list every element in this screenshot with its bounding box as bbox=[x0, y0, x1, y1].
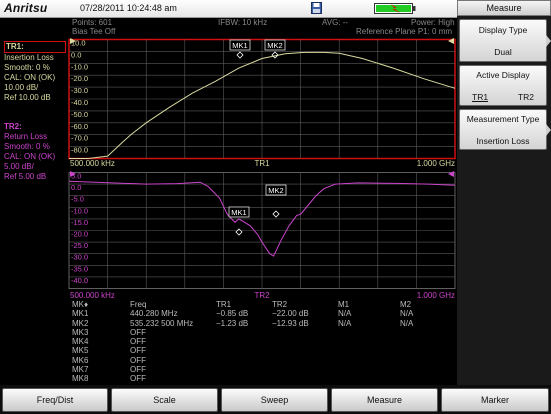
active-tr2-option: TR2 bbox=[517, 92, 534, 102]
marker-row[interactable]: MK8 OFF bbox=[72, 374, 452, 383]
col-header: M1 bbox=[338, 300, 350, 309]
marker-cell: MK6 bbox=[72, 355, 89, 365]
marker-row[interactable]: MK6 OFF bbox=[72, 356, 452, 365]
marker-row[interactable]: MK3 OFF bbox=[72, 328, 452, 337]
tr1-mk1-label: MK1 bbox=[232, 41, 247, 50]
marker-row[interactable]: MK4 OFF bbox=[72, 337, 452, 346]
marker-cell: OFF bbox=[130, 346, 146, 356]
marker-cell: OFF bbox=[130, 355, 146, 365]
marker-cell: N/A bbox=[400, 318, 414, 328]
marker-cell: −12.93 dB bbox=[272, 318, 309, 328]
tr2-right-arrow bbox=[448, 171, 454, 177]
tr1-x-label: TR1 bbox=[254, 159, 270, 168]
active-display-label: Active Display bbox=[476, 70, 530, 80]
marker-cell: −1.23 dB bbox=[216, 318, 249, 328]
tr1-mk1-diamond bbox=[236, 51, 244, 59]
y-tick-label: -10.0 bbox=[71, 62, 88, 71]
active-display-button[interactable]: Active Display TR1 TR2 bbox=[459, 65, 547, 106]
col-header: TR2 bbox=[272, 300, 288, 309]
measurement-type-button[interactable]: Measurement Type Insertion Loss bbox=[459, 109, 551, 150]
y-tick-label: -30.0 bbox=[71, 253, 88, 262]
y-tick-label: -50.0 bbox=[71, 110, 88, 119]
y-tick-label: -40.0 bbox=[71, 98, 88, 107]
y-tick-label: -20.0 bbox=[71, 74, 88, 83]
active-tr1-option: TR1 bbox=[472, 92, 489, 102]
marker-cell: MK8 bbox=[72, 374, 89, 384]
marker-cell: 535.232 500 MHz bbox=[130, 318, 194, 328]
y-tick-label: 0.0 bbox=[71, 50, 81, 59]
col-header: M2 bbox=[400, 300, 412, 309]
marker-cell: −0.85 dB bbox=[216, 309, 249, 319]
tr2-graph: 5.00.0-5.0-10.0-15.0-20.0-25.0-30.0-35.0… bbox=[68, 171, 456, 289]
measurement-type-value: Insertion Loss bbox=[476, 136, 530, 146]
tr2-x-start: 500.000 kHz bbox=[70, 291, 115, 300]
y-tick-label: 0.0 bbox=[71, 183, 81, 192]
marker-table-header: MK♦ Freq TR1 TR2 M1 M2 bbox=[72, 300, 452, 309]
tr2-mk1-diamond bbox=[235, 228, 243, 236]
col-header: MK♦ bbox=[72, 300, 89, 309]
tr1-x-stop: 1.000 GHz bbox=[417, 159, 455, 168]
marker-row[interactable]: MK5 OFF bbox=[72, 346, 452, 355]
marker-cell: N/A bbox=[338, 309, 352, 319]
tr1-mk2-label: MK2 bbox=[267, 41, 282, 50]
display-type-label: Display Type bbox=[478, 25, 528, 35]
marker-row[interactable]: MK2 535.232 500 MHz −1.23 dB −12.93 dB N/A N/… bbox=[72, 319, 452, 328]
y-tick-label: -40.0 bbox=[71, 276, 88, 285]
display-type-button[interactable]: Display Type Dual bbox=[459, 19, 551, 62]
marker-cell: −22.00 dB bbox=[272, 309, 309, 319]
y-tick-label: -25.0 bbox=[71, 241, 88, 250]
col-header: Freq bbox=[130, 300, 147, 309]
display-type-value: Dual bbox=[494, 47, 512, 57]
y-tick-label: -60.0 bbox=[71, 122, 88, 131]
freq-dist-button[interactable]: Freq/Dist bbox=[2, 388, 108, 412]
sweep-button[interactable]: Sweep bbox=[221, 388, 328, 412]
tr2-mk2-label: MK2 bbox=[268, 186, 283, 195]
marker-cell: OFF bbox=[130, 365, 146, 375]
marker-table[interactable]: MK♦ Freq TR1 TR2 M1 M2 MK1 440.280 MHz −0.… bbox=[72, 300, 452, 384]
marker-row[interactable]: MK1 440.280 MHz −0.85 dB −22.00 dB N/A N/A bbox=[72, 309, 452, 318]
scale-button[interactable]: Scale bbox=[111, 388, 218, 412]
measure-button[interactable]: Measure bbox=[331, 388, 438, 412]
y-tick-label: -35.0 bbox=[71, 264, 88, 273]
tr2-x-label: TR2 bbox=[254, 291, 270, 300]
marker-cell: MK3 bbox=[72, 327, 89, 337]
y-tick-label: -80.0 bbox=[71, 146, 88, 155]
marker-cell: MK4 bbox=[72, 337, 89, 347]
marker-cell: MK7 bbox=[72, 365, 89, 375]
y-tick-label: -20.0 bbox=[71, 230, 88, 239]
menu-title: Measure bbox=[457, 0, 551, 16]
y-tick-label: -70.0 bbox=[71, 134, 88, 143]
marker-cell: OFF bbox=[130, 337, 146, 347]
tr2-mk2-diamond bbox=[272, 210, 280, 218]
marker-cell: MK5 bbox=[72, 346, 89, 356]
marker-cell: MK1 bbox=[72, 309, 89, 319]
measurement-type-label: Measurement Type bbox=[466, 114, 540, 124]
y-tick-label: -15.0 bbox=[71, 218, 88, 227]
marker-cell: OFF bbox=[130, 327, 146, 337]
y-tick-label: -5.0 bbox=[71, 195, 84, 204]
marker-cell: 440.280 MHz bbox=[130, 309, 178, 319]
marker-cell: MK2 bbox=[72, 318, 89, 328]
marker-row[interactable]: MK7 OFF bbox=[72, 365, 452, 374]
marker-cell: N/A bbox=[400, 309, 414, 319]
marker-cell: OFF bbox=[130, 374, 146, 384]
marker-button[interactable]: Marker bbox=[441, 388, 549, 412]
tr1-graph: 10.00.0-10.0-20.0-30.0-40.0-50.0-60.0-70… bbox=[68, 38, 456, 160]
tr2-mk1-label: MK1 bbox=[231, 208, 246, 217]
y-tick-label: -30.0 bbox=[71, 86, 88, 95]
tr1-x-start: 500.000 kHz bbox=[70, 159, 115, 168]
tr2-x-stop: 1.000 GHz bbox=[417, 291, 455, 300]
col-header: TR1 bbox=[216, 300, 232, 309]
marker-cell: N/A bbox=[338, 318, 352, 328]
y-tick-label: -10.0 bbox=[71, 206, 88, 215]
